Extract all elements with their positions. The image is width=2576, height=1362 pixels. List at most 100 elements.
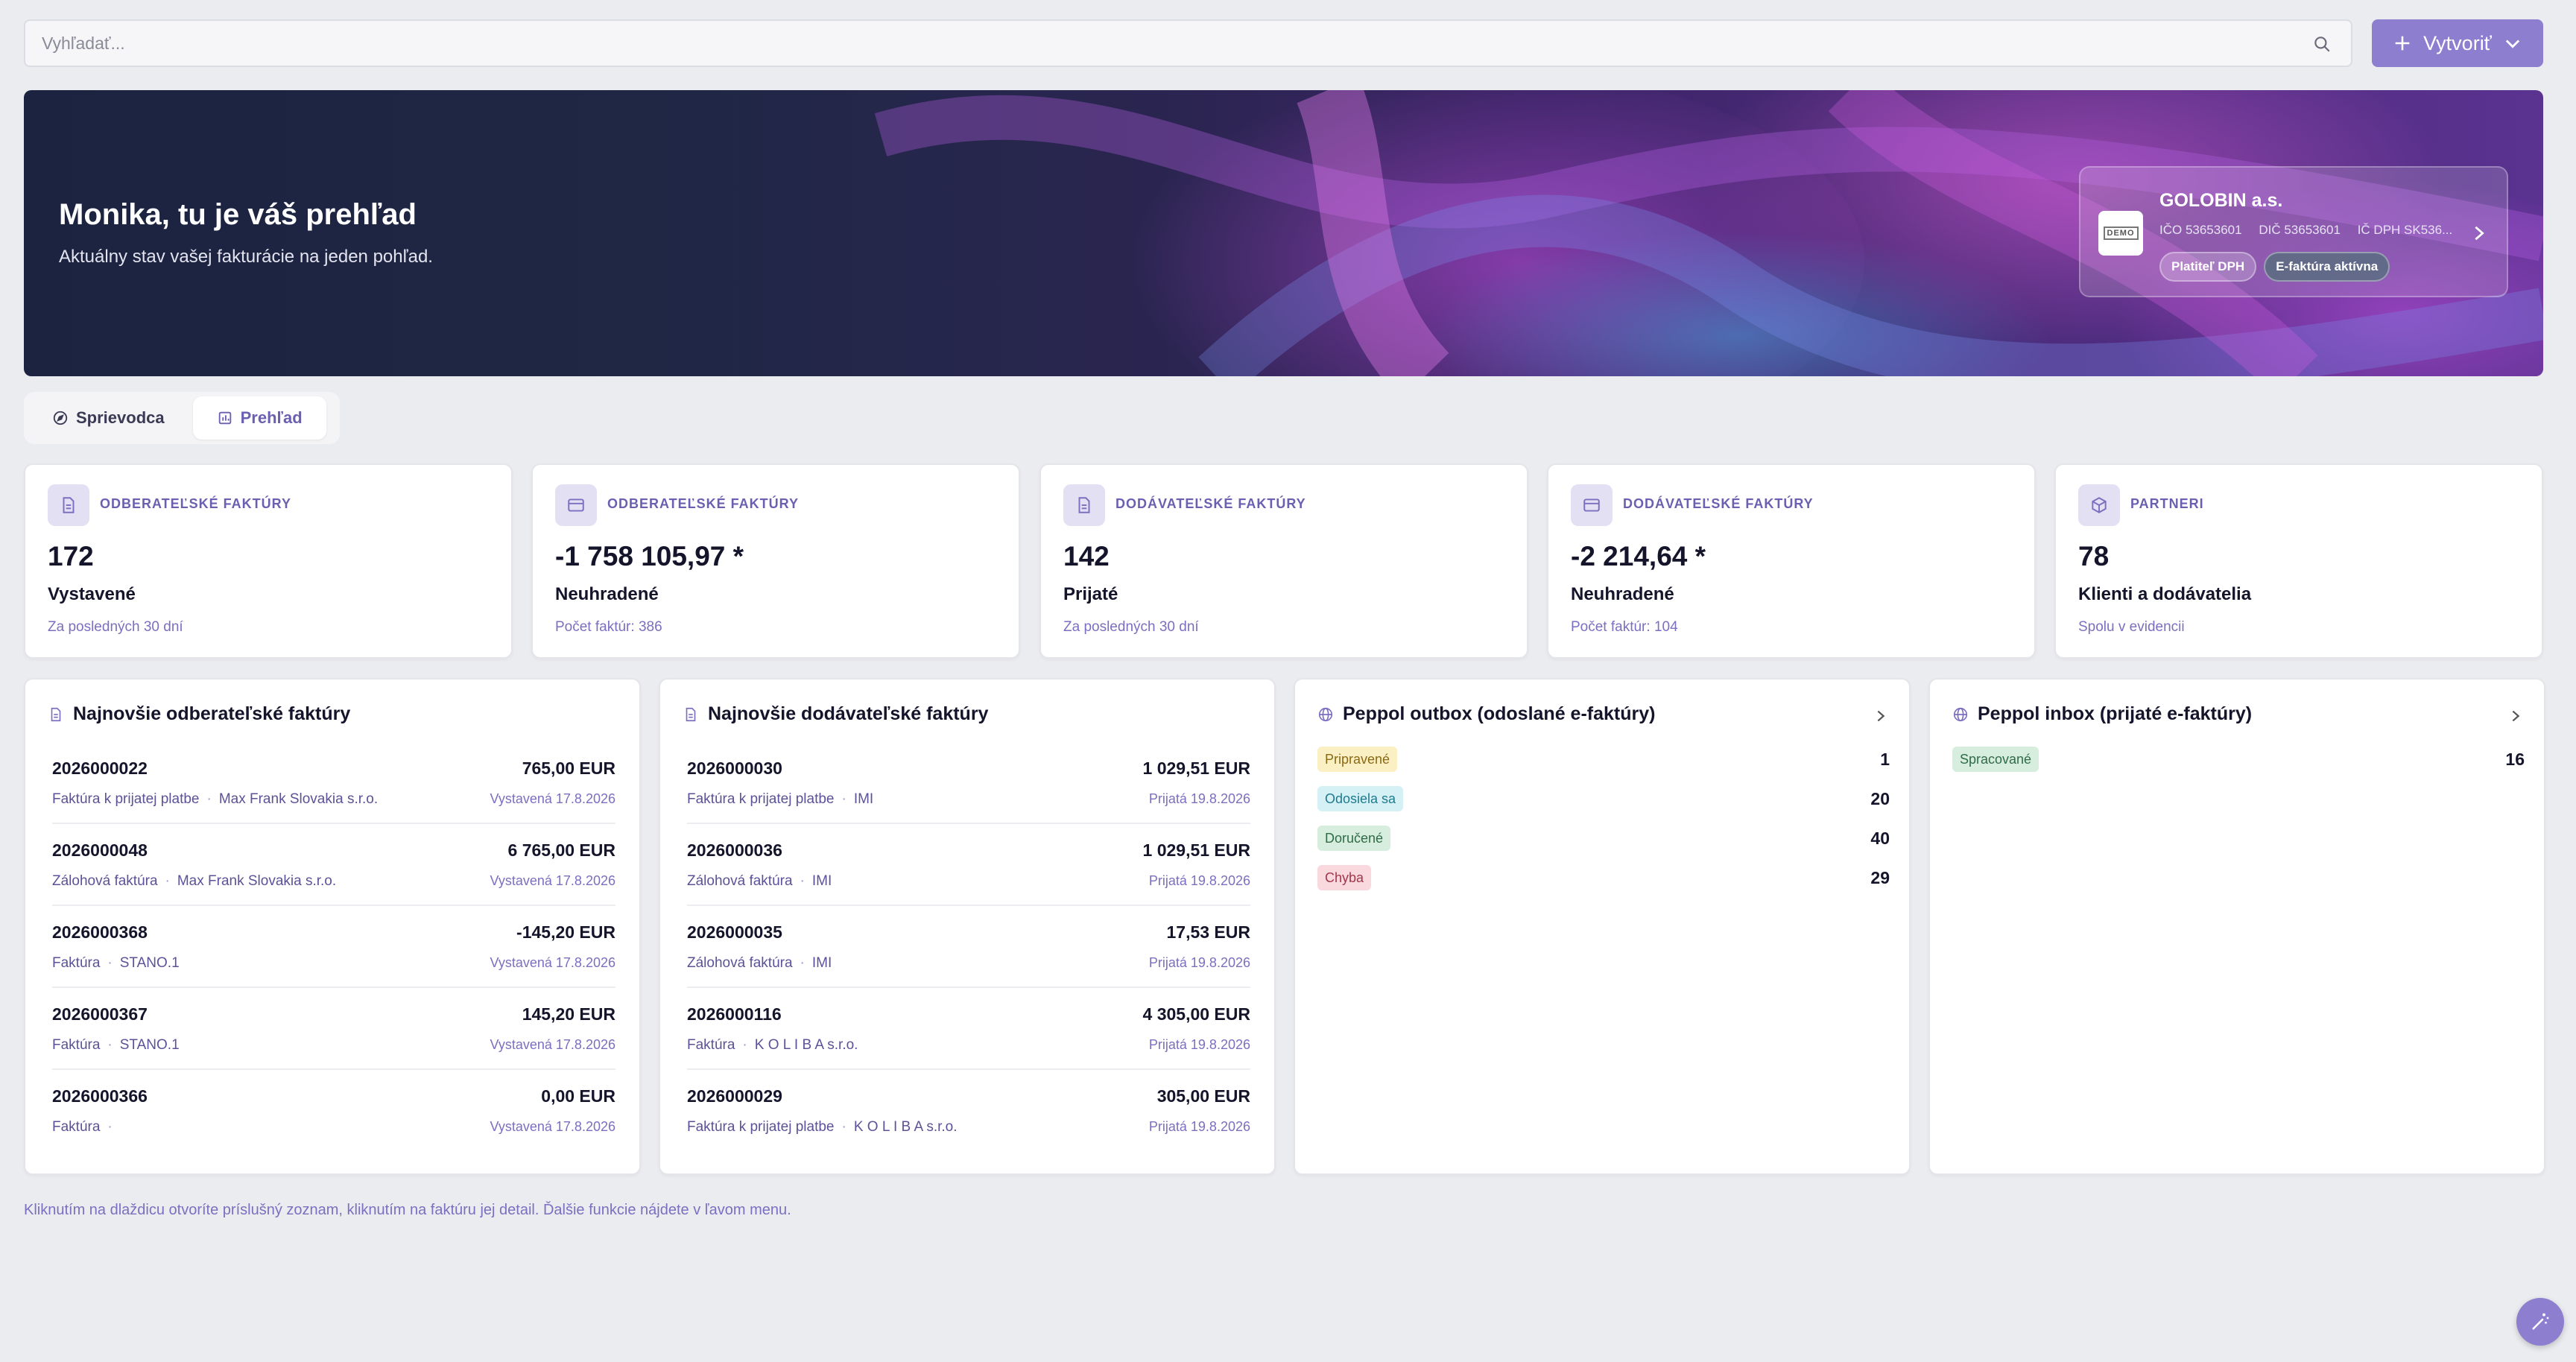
search-box[interactable] xyxy=(24,19,2352,67)
invoice-row[interactable]: 2026000022 765,00 EUR Faktúra k prijatej… xyxy=(52,742,615,824)
peppol-status-row[interactable]: Pripravené 1 xyxy=(1317,747,1890,786)
top-bar: Vytvoriť xyxy=(24,19,2543,67)
credit-card-icon xyxy=(1583,498,1600,512)
stat-card-supplier-unpaid[interactable]: Dodávateľské faktúry -2 214,64 * Neuhrad… xyxy=(1547,463,2036,659)
stat-value: 78 xyxy=(2078,541,2110,571)
chevron-right-icon[interactable] xyxy=(1875,708,1887,724)
tab-overview-label: Prehľad xyxy=(240,408,303,427)
separator: · xyxy=(841,1119,846,1135)
panel-title: Najnovšie odberateľské faktúry xyxy=(48,703,350,725)
peppol-inbox-list: Spracované 16 xyxy=(1952,747,2525,786)
invoice-type: Faktúra xyxy=(52,955,101,971)
stat-note: Za posledných 30 dní xyxy=(1063,619,1199,635)
invoice-number: 2026000030 xyxy=(687,758,782,778)
hero-banner: Monika, tu je váš prehľad Aktuálny stav … xyxy=(24,90,2543,376)
plus-icon xyxy=(2395,36,2410,51)
peppol-status-row[interactable]: Spracované 16 xyxy=(1952,747,2525,786)
invoice-row[interactable]: 2026000035 17,53 EUR Zálohová faktúra · IM… xyxy=(687,906,1250,988)
status-count: 40 xyxy=(1870,829,1890,848)
search-icon[interactable] xyxy=(2312,34,2332,54)
document-icon xyxy=(686,707,696,721)
invoice-amount: 305,00 EUR xyxy=(1156,1086,1250,1106)
invoice-row[interactable]: 2026000116 4 305,00 EUR Faktúra · K O L I … xyxy=(687,988,1250,1070)
invoice-amount: 765,00 EUR xyxy=(522,758,615,778)
invoice-amount: 0,00 EUR xyxy=(541,1086,615,1106)
tab-overview[interactable]: Prehľad xyxy=(192,396,326,440)
customer-invoice-list: 2026000022 765,00 EUR Faktúra k prijatej… xyxy=(52,742,615,1152)
invoice-number: 2026000366 xyxy=(52,1086,148,1106)
stat-icon-box xyxy=(48,484,89,526)
invoice-row[interactable]: 2026000366 0,00 EUR Faktúra · Vystavená 1… xyxy=(52,1070,615,1152)
stat-card-customer-unpaid[interactable]: Odberateľské faktúry -1 758 105,97 * Neu… xyxy=(531,463,1020,659)
globe-icon xyxy=(1953,707,1968,721)
invoice-number: 2026000368 xyxy=(52,922,148,942)
status-badge: Chyba xyxy=(1317,865,1372,890)
supplier-invoice-list: 2026000030 1 029,51 EUR Faktúra k prijat… xyxy=(687,742,1250,1152)
search-input[interactable] xyxy=(42,21,2292,66)
invoice-type: Zálohová faktúra xyxy=(687,955,793,971)
stat-icon-box xyxy=(555,484,597,526)
invoice-row[interactable]: 2026000048 6 765,00 EUR Zálohová faktúra… xyxy=(52,824,615,906)
tab-guide-label: Sprievodca xyxy=(76,408,165,427)
invoice-meta: Faktúra · STANO.1 xyxy=(52,955,180,972)
assistant-button[interactable] xyxy=(2516,1298,2564,1346)
invoice-partner: IMI xyxy=(853,791,874,807)
stat-card-customer-issued[interactable]: Odberateľské faktúry 172 Vystavené Za po… xyxy=(24,463,513,659)
chevron-right-icon xyxy=(2475,226,2484,241)
panel-title: Najnovšie dodávateľské faktúry xyxy=(683,703,988,725)
vat-payer-badge: Platiteľ DPH xyxy=(2159,252,2257,282)
document-icon xyxy=(63,497,75,513)
invoice-meta: Faktúra k prijatej platbe · IMI xyxy=(687,791,873,808)
invoice-date: Vystavená 17.8.2026 xyxy=(490,791,615,806)
compass-icon xyxy=(53,411,68,425)
invoice-number: 2026000035 xyxy=(687,922,782,942)
hero-subtitle: Aktuálny stav vašej fakturácie na jeden … xyxy=(59,247,433,267)
stat-card-supplier-received[interactable]: Dodávateľské faktúry 142 Prijaté Za posl… xyxy=(1039,463,1528,659)
invoice-row[interactable]: 2026000367 145,20 EUR Faktúra · STANO.1 Vy… xyxy=(52,988,615,1070)
tab-guide[interactable]: Sprievodca xyxy=(28,396,189,440)
stat-card-partners[interactable]: Partneri 78 Klienti a dodávatelia Spolu … xyxy=(2054,463,2543,659)
invoice-type: Faktúra k prijatej platbe xyxy=(687,791,835,807)
invoice-row[interactable]: 2026000368 -145,20 EUR Faktúra · STANO.1 V… xyxy=(52,906,615,988)
peppol-status-row[interactable]: Doručené 40 xyxy=(1317,826,1890,865)
company-badges: Platiteľ DPH E-faktúra aktívna xyxy=(2159,252,2390,282)
separator: · xyxy=(800,955,805,971)
invoice-date: Prijatá 19.8.2026 xyxy=(1148,791,1250,806)
separator: · xyxy=(841,791,846,807)
stat-value: 172 xyxy=(48,541,94,571)
invoice-number: 2026000029 xyxy=(687,1086,782,1106)
stat-label: Odberateľské faktúry xyxy=(100,496,292,511)
stat-note: Spolu v evidencii xyxy=(2078,619,2185,635)
invoice-partner: IMI xyxy=(811,955,832,971)
view-tabs: Sprievodca Prehľad xyxy=(24,392,340,444)
invoice-meta: Faktúra k prijatej platbe · Max Frank Slov… xyxy=(52,791,378,808)
invoice-row[interactable]: 2026000036 1 029,51 EUR Zálohová faktúra… xyxy=(687,824,1250,906)
invoice-amount: 6 765,00 EUR xyxy=(507,840,615,860)
separator: · xyxy=(742,1037,747,1053)
invoice-date: Prijatá 19.8.2026 xyxy=(1148,1119,1250,1134)
peppol-status-row[interactable]: Odosiela sa 20 xyxy=(1317,786,1890,826)
invoice-date: Vystavená 17.8.2026 xyxy=(490,873,615,888)
status-badge: Pripravené xyxy=(1317,747,1398,772)
stat-caption: Neuhradené xyxy=(555,584,659,604)
panel-title: Peppol outbox (odoslané e-faktúry) xyxy=(1317,703,1655,725)
stat-value: -1 758 105,97 * xyxy=(555,541,744,571)
invoice-row[interactable]: 2026000029 305,00 EUR Faktúra k prijatej… xyxy=(687,1070,1250,1152)
peppol-status-row[interactable]: Chyba 29 xyxy=(1317,865,1890,905)
chevron-right-icon[interactable] xyxy=(2510,708,2522,724)
stat-caption: Neuhradené xyxy=(1571,584,1674,604)
stat-icon-box xyxy=(1063,484,1105,526)
invoice-amount: 145,20 EUR xyxy=(522,1004,615,1024)
separator: · xyxy=(107,955,113,971)
company-card[interactable]: DEMO GOLOBIN a.s. IČO 53653601 DIČ 53653… xyxy=(2079,166,2508,297)
status-count: 16 xyxy=(2505,750,2525,769)
create-button[interactable]: Vytvoriť xyxy=(2372,19,2543,67)
status-badge: Odosiela sa xyxy=(1317,786,1404,811)
invoice-amount: 1 029,51 EUR xyxy=(1142,840,1250,860)
stat-note: Počet faktúr: 386 xyxy=(555,619,662,635)
invoice-row[interactable]: 2026000030 1 029,51 EUR Faktúra k prijat… xyxy=(687,742,1250,824)
panel-title-text: Peppol inbox (prijaté e-faktúry) xyxy=(1978,703,2253,724)
panel-title-text: Peppol outbox (odoslané e-faktúry) xyxy=(1343,703,1656,724)
company-logo: DEMO xyxy=(2098,211,2143,256)
peppol-outbox-list: Pripravené 1 Odosiela sa 20 Doručené 40 … xyxy=(1317,747,1890,905)
